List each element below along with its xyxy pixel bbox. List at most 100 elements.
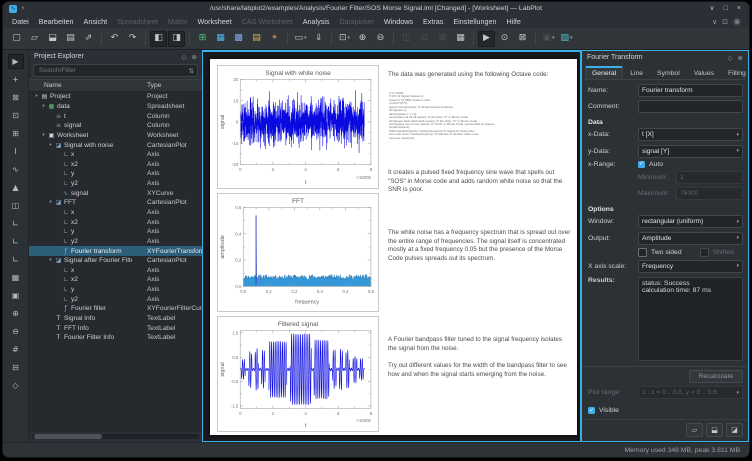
column-header-name[interactable]: Name — [29, 82, 62, 89]
add-curve-tool-button[interactable]: ∿ — [8, 162, 24, 177]
menu-worksheet[interactable]: Worksheet — [192, 15, 236, 28]
tab-filling[interactable]: Filling — [721, 66, 750, 79]
load-config-button[interactable]: ▱ — [686, 423, 703, 437]
toggle-project-explorer-button[interactable]: ◧ — [150, 31, 167, 47]
menu-extras[interactable]: Extras — [418, 15, 448, 28]
zoom-select-button[interactable]: ⊡▾ — [336, 31, 353, 47]
selection-mode-button[interactable]: ⊠ — [514, 31, 531, 47]
octave-code-block[interactable]: t=1:1:4000; f=.05; % Signal frequency no… — [389, 92, 573, 140]
tree-row[interactable]: TSignal InfoTextLabel — [29, 314, 202, 324]
titlebar[interactable]: ∿ ⚡ /usr/share/labplot2/examples/Analysi… — [3, 2, 749, 15]
column-header-type[interactable]: Type — [147, 82, 161, 89]
tree-row[interactable]: ▾▤ProjectProject — [29, 92, 202, 102]
chart-fft[interactable]: 0,00,10,20,30,40,50,00,20,40,6FFTfrequen… — [218, 194, 378, 311]
worksheet-note-1[interactable]: The data was generated using the followi… — [388, 71, 572, 80]
zoom-selection-tool-button[interactable]: ⊠ — [8, 90, 24, 105]
zoom-mode-button[interactable]: ⊙ — [496, 31, 513, 47]
dock-menu-icon[interactable]: ⊛ — [192, 53, 197, 61]
crosshair-tool-button[interactable]: + — [8, 72, 24, 87]
new-datapicker-button[interactable]: ⌖ — [266, 31, 283, 47]
add-image-tool-button[interactable]: ▣ — [8, 288, 24, 303]
tree-row[interactable]: ∟x2Axis — [29, 217, 202, 227]
add-boxplot-tool-button[interactable]: ◫ — [8, 198, 24, 213]
add-plot-template-button[interactable]: ▨▾ — [558, 31, 575, 47]
plot-filtered-signal[interactable]: 02468-1,5-0,50,51,5Filtered signalt×1000… — [217, 316, 379, 432]
pointer-tool-button[interactable]: ▶ — [8, 54, 24, 69]
x-axis-scale-select[interactable]: Frequency▾ — [638, 260, 743, 273]
window-select[interactable]: rectangular (uniform)▾ — [638, 215, 743, 228]
tree-row[interactable]: ∟xAxis — [29, 266, 202, 276]
filter-icon[interactable]: ⇅ — [189, 67, 194, 75]
new-spreadsheet-button[interactable]: ⊞ — [194, 31, 211, 47]
maximize-icon[interactable]: □ — [724, 5, 728, 12]
plot-signal-with-noise[interactable]: 02468-20-1001020Signal with white noiset… — [217, 65, 379, 189]
menu-einstellungen[interactable]: Einstellungen — [448, 15, 501, 28]
menu-datei[interactable]: Datei — [7, 15, 34, 28]
tree-row[interactable]: ▾◪Signal with noiseCartesianPlot — [29, 140, 202, 150]
scrollbar-thumb[interactable] — [34, 434, 102, 439]
shift-left-tool-button[interactable]: ⊟ — [8, 360, 24, 375]
navigate-mode-button[interactable]: ▶ — [478, 31, 495, 47]
new-note-button[interactable]: ▤ — [248, 31, 265, 47]
tree-row[interactable]: ∟xAxis — [29, 150, 202, 160]
tree-row[interactable]: ∟yAxis — [29, 227, 202, 237]
tree-row[interactable]: ▾◪FFTCartesianPlot — [29, 198, 202, 208]
tree-row[interactable]: TFourier Filter InfoTextLabel — [29, 333, 202, 343]
plot-fft[interactable]: 0,00,10,20,30,40,50,00,20,40,6FFTfrequen… — [217, 193, 379, 312]
save-project-button[interactable]: ⬓ — [44, 31, 61, 47]
toggle-properties-button[interactable]: ◨ — [168, 31, 185, 47]
tab-general[interactable]: General — [585, 66, 623, 79]
worksheet-note-5[interactable]: Try out different values for the width o… — [388, 362, 572, 379]
worksheet-note-2[interactable]: It creates a pulsed fixed frequency sine… — [388, 169, 572, 195]
name-field[interactable] — [638, 84, 743, 97]
tree-row[interactable]: ▾▦dataSpreadsheet — [29, 102, 202, 112]
expander-icon[interactable]: ▾ — [47, 143, 54, 148]
tree-row[interactable]: ∟y2Axis — [29, 237, 202, 247]
tree-row[interactable]: ∟yAxis — [29, 285, 202, 295]
tree-row[interactable]: ∟x2Axis — [29, 159, 202, 169]
save-config-button[interactable]: ⬓ — [706, 423, 723, 437]
chart-signal-noise[interactable]: 02468-20-1001020Signal with white noiset… — [218, 66, 378, 188]
tree-row[interactable]: ∟x2Axis — [29, 275, 202, 285]
new-project-button[interactable]: ▢ — [8, 31, 25, 47]
mdi-close-icon[interactable]: ⊗ — [733, 18, 741, 26]
zoom-y-selection-tool-button[interactable]: ⊞ — [8, 126, 24, 141]
two-sided-checkbox[interactable] — [638, 248, 647, 257]
dock-float-icon[interactable]: ◇ — [182, 53, 187, 61]
horizontal-scrollbar[interactable] — [32, 434, 199, 439]
import-file-button[interactable]: ⇓ — [310, 31, 327, 47]
minimize-icon[interactable]: ∨ — [710, 5, 715, 12]
tree-row[interactable]: TFFT InfoTextLabel — [29, 323, 202, 333]
new-matrix-button[interactable]: ▦ — [212, 31, 229, 47]
expander-icon[interactable]: ▾ — [33, 94, 40, 99]
redo-button[interactable]: ↷ — [124, 31, 141, 47]
comment-field[interactable] — [638, 100, 743, 113]
tree-row[interactable]: ∟xAxis — [29, 208, 202, 218]
tree-row[interactable]: ∟y2Axis — [29, 294, 202, 304]
dock-float-icon[interactable]: ◇ — [728, 54, 733, 62]
export-button[interactable]: ⇗ — [80, 31, 97, 47]
add-legend-tool-button[interactable]: ▦ — [8, 270, 24, 285]
zoom-out-tool-button[interactable]: ⊖ — [8, 324, 24, 339]
tree-row[interactable]: ≡tColumn — [29, 111, 202, 121]
tab-values[interactable]: Values — [687, 66, 721, 79]
menu-ansicht[interactable]: Ansicht — [79, 15, 113, 28]
search-input[interactable] — [37, 66, 189, 75]
expander-icon[interactable]: ▾ — [47, 200, 54, 205]
x-data-select[interactable]: t [X]▾ — [638, 128, 743, 141]
tree-header[interactable]: Name Type — [29, 79, 202, 92]
zoom-out-button[interactable]: ⊖ — [372, 31, 389, 47]
menu-analysis[interactable]: Analysis — [298, 15, 335, 28]
close-icon[interactable]: × — [737, 5, 741, 12]
menu-bearbeiten[interactable]: Bearbeiten — [34, 15, 79, 28]
shift-right-tool-button[interactable]: ◇ — [8, 378, 24, 393]
visible-checkbox[interactable]: ✓ — [588, 407, 595, 414]
tree-row[interactable]: ▾▣WorksheetWorksheet — [29, 131, 202, 141]
add-x-axis-tool-button[interactable]: ∟ — [8, 234, 24, 249]
output-select[interactable]: Amplitude▾ — [638, 232, 743, 245]
tab-line[interactable]: Line — [623, 66, 650, 79]
mdi-minimize-icon[interactable]: ∨ — [712, 18, 717, 26]
menu-windows[interactable]: Windows — [379, 15, 418, 28]
expander-icon[interactable]: ▾ — [47, 258, 54, 263]
print-button[interactable]: ▤ — [62, 31, 79, 47]
